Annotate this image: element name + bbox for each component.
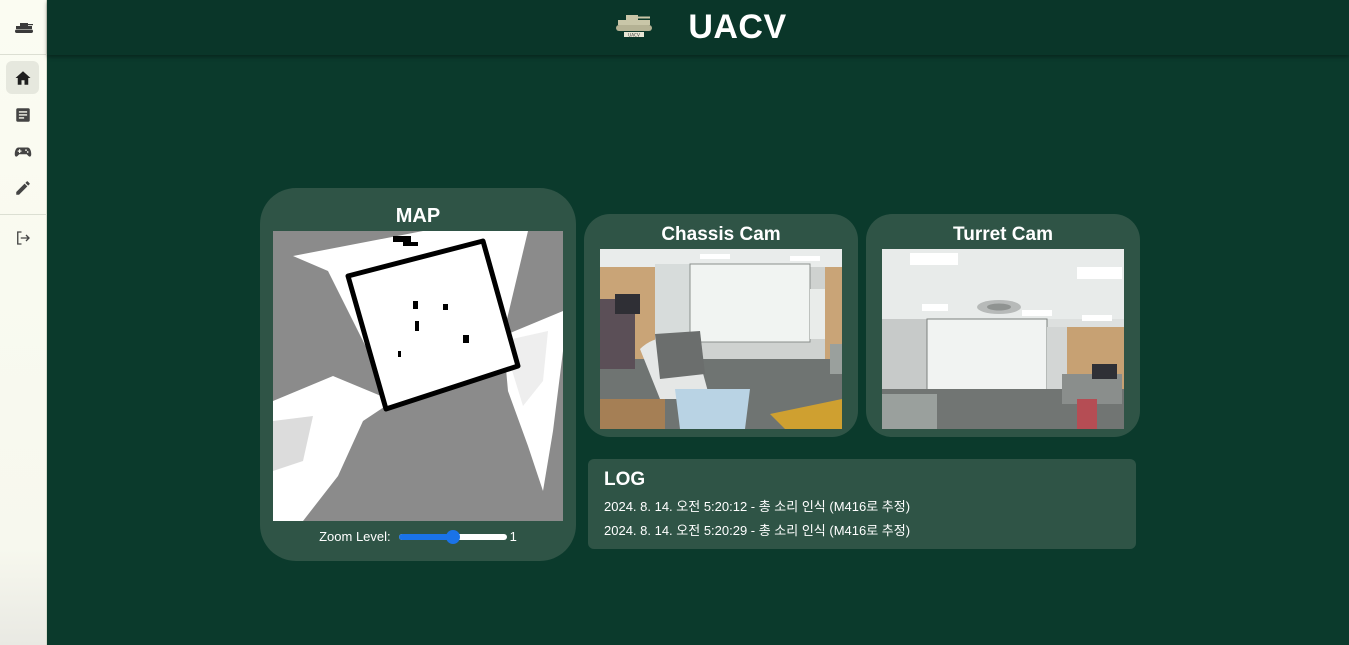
zoom-value: 1 (509, 529, 517, 544)
log-entry: 2024. 8. 14. 오전 5:20:12 - 총 소리 인식 (M416로… (604, 499, 911, 514)
log-panel: LOG 2024. 8. 14. 오전 5:20:12 - 총 소리 인식 (M… (588, 459, 1136, 549)
tank-logo-icon[interactable] (0, 8, 47, 48)
zoom-slider-thumb[interactable] (445, 529, 460, 544)
gamepad-icon (14, 147, 31, 157)
turret-cam-feed (882, 249, 1124, 429)
zoom-slider[interactable] (398, 529, 507, 544)
zoom-label: Zoom Level: (319, 529, 391, 544)
chassis-cam-panel: Chassis Cam (584, 214, 858, 437)
chassis-cam-feed (600, 249, 842, 429)
sidebar-item-control[interactable] (6, 135, 39, 168)
sidebar-divider (0, 54, 47, 55)
app-title: UACV (688, 8, 787, 46)
sidebar-item-edit[interactable] (6, 171, 39, 204)
zoom-slider-fill (398, 533, 453, 540)
zoom-control: Zoom Level: 1 (260, 529, 576, 544)
turret-cam-title: Turret Cam (953, 224, 1053, 245)
sidebar (0, 0, 47, 645)
chassis-cam-title: Chassis Cam (661, 224, 781, 245)
log-title: LOG (604, 469, 646, 490)
map-title: MAP (395, 205, 441, 227)
sidebar-divider (0, 214, 47, 215)
pencil-icon (15, 180, 30, 195)
map-panel: MAP Zoom Level: 1 (260, 188, 576, 561)
sidebar-item-home[interactable] (6, 61, 39, 94)
top-header: UACV UACV (47, 0, 1349, 55)
log-entry: 2024. 8. 14. 오전 5:20:29 - 총 소리 인식 (M416로… (604, 523, 911, 538)
sidebar-item-logs[interactable] (6, 98, 39, 131)
home-icon (15, 70, 30, 85)
tank-logo-icon: UACV (614, 12, 654, 43)
logout-icon (16, 230, 30, 245)
sidebar-item-logout[interactable] (6, 221, 39, 254)
occupancy-map[interactable] (273, 231, 563, 521)
turret-cam-panel: Turret Cam (866, 214, 1140, 437)
logo-text: UACV (629, 32, 641, 37)
document-icon (15, 107, 30, 122)
